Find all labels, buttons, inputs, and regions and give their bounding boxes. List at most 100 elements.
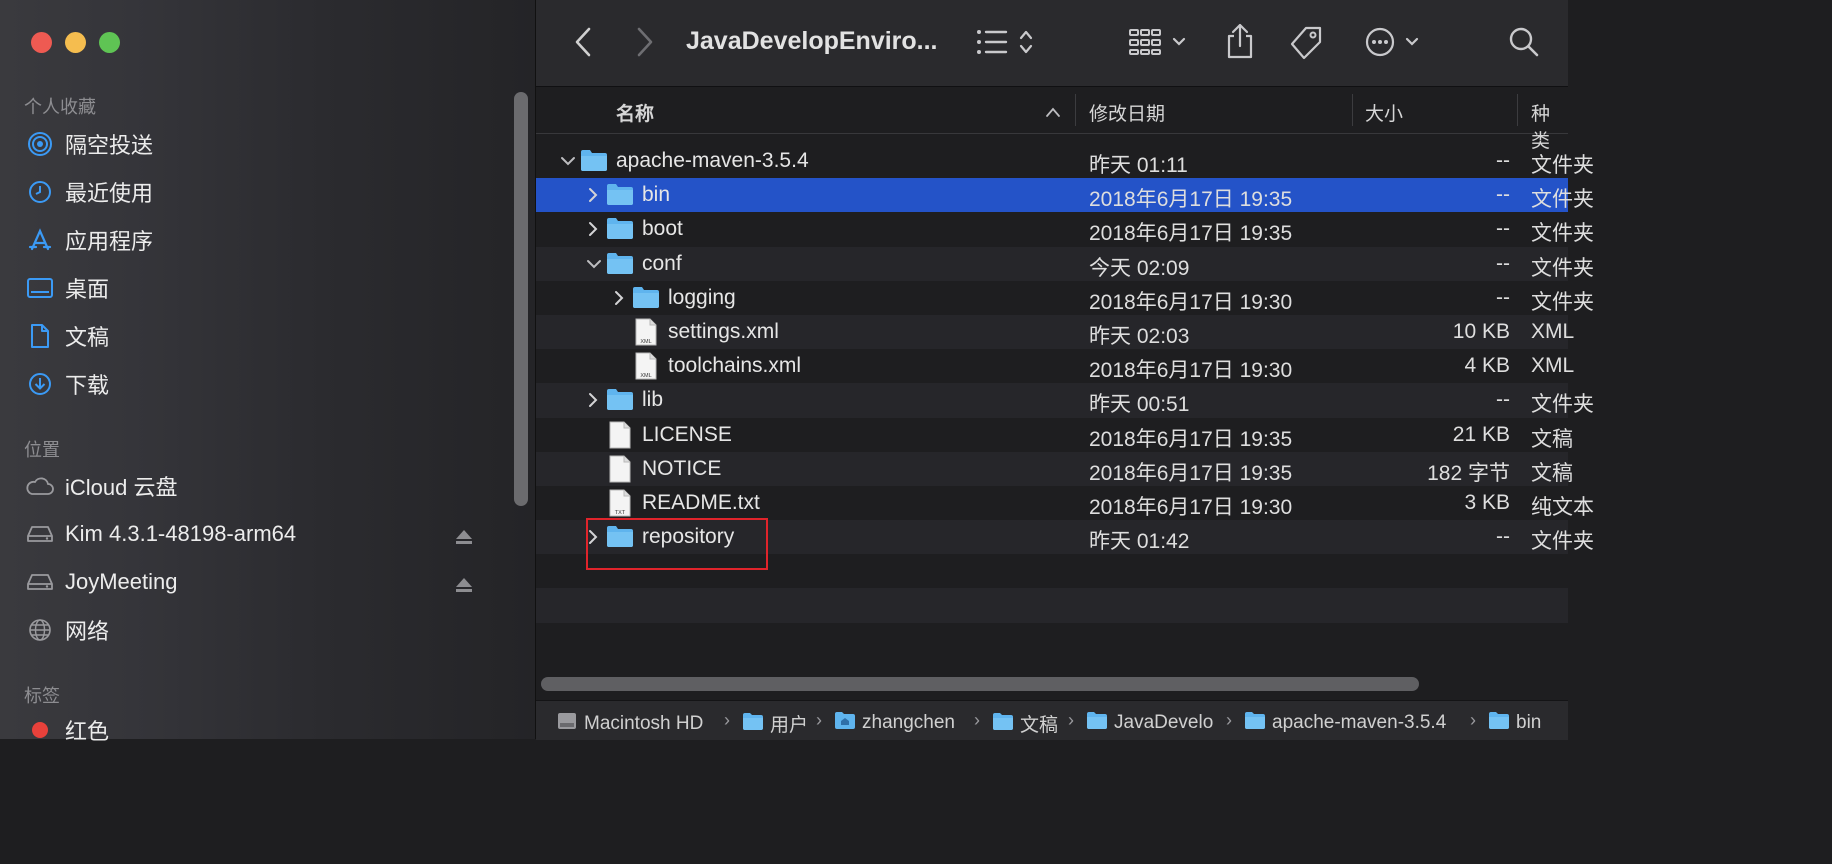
- close-window-button[interactable]: [31, 32, 52, 53]
- sidebar-scrollbar[interactable]: [514, 92, 528, 506]
- path-crumb[interactable]: JavaDevelo: [1086, 710, 1213, 736]
- sidebar: 个人收藏 隔空投送 最近使用 应用程序 桌面 文稿 下载 位置 iCloud 云…: [0, 0, 536, 744]
- forward-button[interactable]: [634, 24, 656, 65]
- minimize-window-button[interactable]: [65, 32, 86, 53]
- file-name: toolchains.xml: [668, 354, 802, 378]
- folder-icon: [606, 181, 634, 213]
- file-size: --: [1496, 149, 1510, 172]
- sort-ascending-icon[interactable]: [1045, 102, 1061, 124]
- eject-icon[interactable]: [455, 525, 473, 551]
- sidebar-item-applications[interactable]: 应用程序: [24, 220, 475, 260]
- file-date: 昨天 02:03: [1089, 324, 1190, 348]
- file-row[interactable]: logging 2018年6月17日 19:30 -- 文件夹: [536, 281, 1594, 316]
- column-divider[interactable]: [1075, 94, 1076, 126]
- svg-text:TXT: TXT: [615, 510, 626, 516]
- sidebar-item-airdrop[interactable]: 隔空投送: [24, 124, 475, 164]
- sidebar-item-label: JoyMeeting: [65, 569, 178, 594]
- path-crumb[interactable]: bin: [1488, 710, 1541, 736]
- sidebar-item-recents[interactable]: 最近使用: [24, 172, 475, 212]
- file-browser: JavaDevelopEnviro... 名称 修改日期 大小 种类 apach…: [536, 0, 1594, 740]
- sidebar-item-documents[interactable]: 文稿: [24, 316, 475, 356]
- share-icon[interactable]: [1224, 22, 1256, 65]
- airdrop-icon: [24, 128, 56, 160]
- file-date: 今天 02:09: [1089, 256, 1190, 280]
- file-size: 4 KB: [1464, 354, 1510, 378]
- sidebar-item-label: 应用程序: [65, 229, 154, 254]
- toolbar: JavaDevelopEnviro...: [536, 0, 1568, 87]
- file-name: NOTICE: [642, 456, 722, 480]
- disclosure-collapsed-icon[interactable]: [586, 220, 600, 238]
- locations-section-title: 位置: [24, 440, 60, 460]
- path-crumb[interactable]: Macintosh HD: [556, 710, 703, 738]
- disclosure-expanded-icon[interactable]: [560, 152, 575, 170]
- file-kind: XML: [1531, 319, 1575, 343]
- column-divider[interactable]: [1517, 94, 1518, 126]
- tag-icon[interactable]: [1288, 24, 1324, 65]
- path-separator-icon: ›: [1226, 710, 1232, 730]
- file-name: boot: [642, 217, 683, 241]
- disclosure-collapsed-icon[interactable]: [586, 391, 600, 409]
- file-size: --: [1496, 388, 1510, 412]
- file-row[interactable]: apache-maven-3.5.4 昨天 01:11 -- 文件夹: [536, 144, 1594, 178]
- document-file-icon: [609, 455, 631, 489]
- column-size-header[interactable]: 大小: [1365, 99, 1403, 126]
- file-row[interactable]: TXT README.txt 2018年6月17日 19:30 3 KB 纯文本: [536, 486, 1594, 520]
- file-row[interactable]: NOTICE 2018年6月17日 19:35 182 字节 文稿: [536, 451, 1573, 489]
- folder-icon: [632, 284, 660, 316]
- sidebar-item-joymeeting[interactable]: JoyMeeting: [24, 562, 535, 602]
- sidebar-item-network[interactable]: 网络: [24, 610, 475, 650]
- search-icon[interactable]: [1508, 26, 1540, 63]
- column-divider[interactable]: [1352, 94, 1353, 126]
- file-row[interactable]: XML toolchains.xml 2018年6月17日 19:30 4 KB XML: [536, 349, 1574, 383]
- view-options-button[interactable]: [976, 26, 1040, 63]
- group-button[interactable]: [1128, 26, 1190, 63]
- folder-icon: [992, 711, 1014, 737]
- eject-icon[interactable]: [455, 573, 473, 599]
- file-row[interactable]: lib 昨天 00:51 -- 文件夹: [536, 383, 1594, 418]
- back-button[interactable]: [572, 24, 594, 65]
- file-date: 2018年6月17日 19:30: [1089, 290, 1293, 314]
- path-crumb[interactable]: zhangchen: [834, 710, 955, 736]
- sidebar-item-label: 桌面: [65, 277, 110, 302]
- sidebar-item-downloads[interactable]: 下载: [24, 364, 475, 404]
- horizontal-scrollbar[interactable]: [541, 677, 1419, 691]
- disclosure-collapsed-icon[interactable]: [586, 186, 600, 204]
- folder-icon: [606, 215, 634, 247]
- file-kind: XML: [1531, 354, 1575, 378]
- folder-icon: [742, 711, 764, 737]
- sidebar-item-kim-volume[interactable]: Kim 4.3.1-48198-arm64: [24, 514, 535, 554]
- path-crumb[interactable]: 文稿: [992, 710, 1058, 737]
- path-crumb-label: 用户: [770, 715, 809, 736]
- cloud-icon: [24, 470, 56, 502]
- path-crumb-label: JavaDevelo: [1114, 712, 1214, 733]
- path-crumb[interactable]: 用户: [742, 710, 808, 737]
- column-date-header[interactable]: 修改日期: [1089, 99, 1165, 126]
- zoom-window-button[interactable]: [99, 32, 120, 53]
- file-size: --: [1496, 525, 1510, 549]
- disclosure-collapsed-icon[interactable]: [612, 289, 626, 307]
- sidebar-item-tag-red[interactable]: 红色: [24, 710, 475, 750]
- file-name: bin: [642, 183, 671, 207]
- more-actions-button[interactable]: [1364, 26, 1424, 63]
- sidebar-item-icloud[interactable]: iCloud 云盘: [24, 466, 475, 506]
- desktop-icon: [24, 272, 56, 304]
- sidebar-item-label: 隔空投送: [65, 133, 154, 158]
- disclosure-expanded-icon[interactable]: [586, 255, 601, 273]
- sidebar-item-desktop[interactable]: 桌面: [24, 268, 475, 308]
- file-row[interactable]: XML settings.xml 昨天 02:03 10 KB XML: [536, 314, 1574, 350]
- file-row[interactable]: bin 2018年6月17日 19:35 -- 文件夹: [536, 178, 1594, 213]
- file-date: 2018年6月17日 19:30: [1089, 359, 1293, 383]
- sidebar-item-label: 文稿: [65, 325, 110, 350]
- file-kind: 文稿: [1531, 427, 1573, 451]
- file-kind: 纯文本: [1531, 495, 1594, 519]
- file-list: apache-maven-3.5.4 昨天 01:11 -- 文件夹 bin 2018年6…: [536, 144, 1594, 657]
- path-crumb[interactable]: apache-maven-3.5.4: [1244, 710, 1446, 736]
- file-row[interactable]: LICENSE 2018年6月17日 19:35 21 KB 文稿: [536, 418, 1573, 455]
- column-header: 名称 修改日期 大小 种类: [536, 87, 1568, 152]
- column-name-header[interactable]: 名称: [616, 99, 654, 126]
- document-file-icon: [609, 421, 631, 455]
- file-row[interactable]: conf 今天 02:09 -- 文件夹: [536, 246, 1594, 281]
- sidebar-item-label: iCloud 云盘: [65, 475, 178, 500]
- path-crumb-label: apache-maven-3.5.4: [1272, 712, 1447, 733]
- file-row[interactable]: boot 2018年6月17日 19:35 -- 文件夹: [536, 212, 1594, 247]
